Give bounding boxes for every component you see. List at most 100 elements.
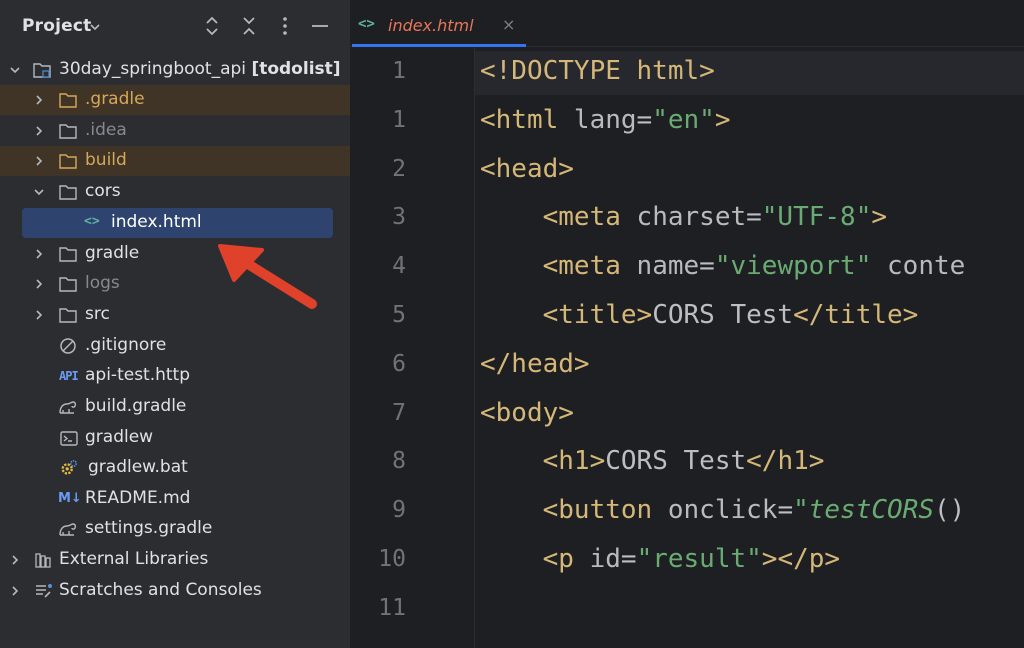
tree-item-label: Scratches and Consoles bbox=[59, 580, 262, 600]
folder-icon bbox=[59, 93, 77, 108]
code-line[interactable]: <p id="result"></p> bbox=[480, 544, 840, 574]
tree-item-label: .gradle bbox=[85, 89, 145, 109]
collapse-all-icon[interactable] bbox=[237, 14, 261, 38]
chevron-down-icon[interactable] bbox=[8, 63, 22, 77]
tree-item-api-test[interactable]: API api-test.http bbox=[0, 361, 350, 391]
chevron-right-icon[interactable] bbox=[32, 247, 46, 261]
root-name: 30day_springboot_api bbox=[59, 59, 247, 79]
code-token: </head> bbox=[480, 348, 590, 379]
code-token: conte bbox=[871, 251, 966, 282]
options-icon[interactable] bbox=[273, 14, 297, 38]
line-number: 7 bbox=[392, 399, 406, 426]
library-icon bbox=[35, 553, 51, 568]
code-token: <!DOCTYPE html> bbox=[480, 56, 715, 86]
tree-item-label: index.html bbox=[111, 212, 202, 232]
folder-icon bbox=[59, 185, 77, 200]
tree-root[interactable]: 30day_springboot_api [todolist] bbox=[0, 55, 350, 85]
tree-item-idea[interactable]: .idea bbox=[0, 116, 350, 146]
code-token: name bbox=[636, 251, 700, 282]
code-token: id bbox=[589, 544, 621, 574]
line-number: 4 bbox=[392, 253, 406, 280]
tree-item-scratches[interactable]: Scratches and Consoles bbox=[0, 576, 350, 606]
code-line[interactable]: </head> bbox=[480, 349, 590, 379]
chevron-right-icon[interactable] bbox=[32, 308, 46, 322]
code-token: <title> bbox=[542, 300, 653, 330]
code-token: "UTF-8" bbox=[761, 202, 872, 233]
tree-item-gradle-dir[interactable]: .gradle bbox=[0, 85, 350, 115]
code-token: <meta bbox=[542, 251, 637, 282]
chevron-right-icon[interactable] bbox=[8, 553, 22, 567]
api-file-icon: API bbox=[59, 369, 79, 383]
close-icon[interactable]: × bbox=[502, 15, 515, 34]
tree-item-label: gradlew bbox=[85, 427, 154, 447]
code-token: </h1> bbox=[746, 446, 825, 477]
code-line[interactable]: <meta name="viewport" conte bbox=[480, 251, 966, 282]
tree-item-label: logs bbox=[85, 273, 120, 293]
tree-item-gitignore[interactable]: .gitignore bbox=[0, 331, 350, 361]
code-token: > bbox=[871, 202, 888, 233]
code-token: ></p> bbox=[761, 544, 841, 574]
code-line[interactable]: <title>CORS Test</title> bbox=[480, 300, 919, 330]
code-line[interactable]: <!DOCTYPE html> bbox=[480, 56, 715, 86]
tree-root-label: 30day_springboot_api [todolist] bbox=[59, 59, 341, 79]
code-token: </title> bbox=[793, 300, 919, 330]
code-line[interactable]: <head> bbox=[480, 154, 574, 184]
tree-item-external-libraries[interactable]: External Libraries bbox=[0, 545, 350, 575]
folder-icon bbox=[59, 124, 77, 139]
line-number: 3 bbox=[392, 204, 406, 231]
tree-item-settings-gradle[interactable]: settings.gradle bbox=[0, 514, 350, 544]
line-number: 10 bbox=[378, 546, 406, 572]
code-token: <p bbox=[542, 544, 590, 574]
tree-item-label: cors bbox=[85, 181, 121, 201]
terminal-file-icon bbox=[60, 431, 78, 446]
code-token: charset bbox=[636, 202, 747, 233]
code-token: onclick bbox=[667, 495, 778, 526]
code-token: <meta bbox=[542, 202, 637, 233]
batch-file-icon bbox=[61, 459, 78, 475]
tree-item-gradlew[interactable]: gradlew bbox=[0, 423, 350, 453]
gradle-file-icon bbox=[59, 523, 77, 536]
code-token: lang bbox=[573, 104, 637, 135]
code-token: CORS Test bbox=[605, 446, 747, 477]
chevron-down-icon[interactable] bbox=[32, 185, 46, 199]
code-token: = bbox=[777, 495, 794, 526]
code-token: <h1> bbox=[542, 446, 606, 477]
line-number: 9 bbox=[392, 497, 406, 524]
folder-icon bbox=[59, 247, 77, 262]
chevron-down-icon[interactable] bbox=[88, 20, 102, 34]
tree-item-label: .gitignore bbox=[85, 335, 167, 355]
folder-icon bbox=[59, 277, 77, 292]
tree-item-index-html[interactable]: <> index.html bbox=[22, 208, 333, 238]
tab-index-html[interactable]: <> index.html × bbox=[352, 4, 526, 47]
chevron-right-icon[interactable] bbox=[32, 93, 46, 107]
chevron-right-icon[interactable] bbox=[8, 584, 22, 598]
tree-item-build-gradle[interactable]: build.gradle bbox=[0, 392, 350, 422]
markdown-file-icon: M↓ bbox=[58, 491, 82, 506]
code-line[interactable]: <meta charset="UTF-8"> bbox=[480, 202, 887, 232]
hide-icon[interactable] bbox=[308, 14, 332, 38]
tree-item-label: gradle bbox=[85, 243, 140, 263]
expand-collapse-icon[interactable] bbox=[200, 14, 224, 38]
tree-item-cors[interactable]: cors bbox=[0, 177, 350, 207]
chevron-right-icon[interactable] bbox=[32, 277, 46, 291]
tree-item-readme[interactable]: M↓ README.md bbox=[0, 484, 350, 514]
tree-item-label: settings.gradle bbox=[85, 518, 213, 538]
code-line[interactable]: <button onclick="testCORS() bbox=[480, 495, 966, 526]
gradle-file-icon bbox=[59, 401, 77, 414]
code-token: () bbox=[933, 495, 966, 526]
code-line[interactable]: <html lang="en"> bbox=[480, 105, 730, 135]
project-panel-title[interactable]: Project bbox=[22, 16, 91, 36]
code-line[interactable]: <h1>CORS Test</h1> bbox=[480, 446, 825, 477]
tree-item-build[interactable]: build bbox=[0, 146, 350, 176]
code-token: testCORS bbox=[808, 495, 934, 526]
chevron-right-icon[interactable] bbox=[32, 154, 46, 168]
editor-tab-bar: <> index.html × bbox=[350, 0, 1024, 47]
tree-item-label: .idea bbox=[85, 120, 127, 140]
chevron-right-icon[interactable] bbox=[32, 124, 46, 138]
code-line[interactable]: <body> bbox=[480, 398, 574, 428]
code-token: "result" bbox=[636, 544, 762, 574]
tree-item-label: README.md bbox=[85, 488, 191, 508]
tree-item-gradlew-bat[interactable]: gradlew.bat bbox=[0, 453, 350, 483]
